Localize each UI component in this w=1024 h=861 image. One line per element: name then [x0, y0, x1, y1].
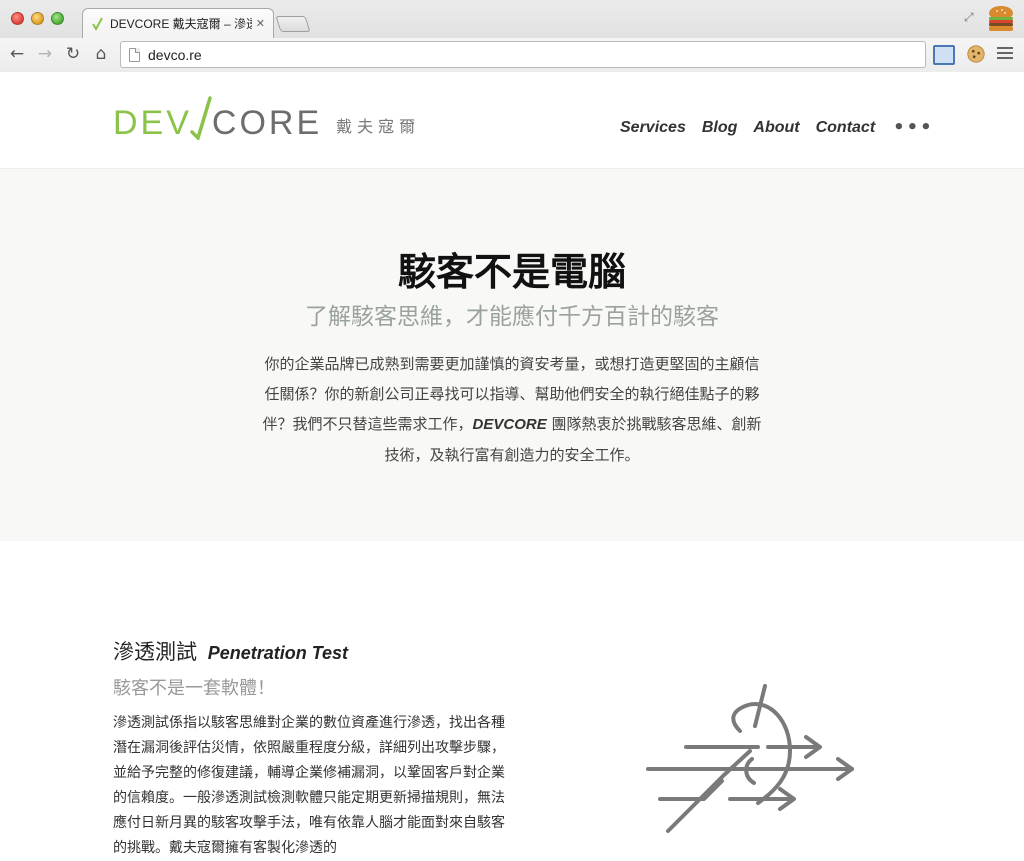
- close-window-button[interactable]: [11, 12, 24, 25]
- new-tab-button[interactable]: [275, 16, 311, 32]
- window-controls: [11, 12, 64, 25]
- service-title-en: Penetration Test: [207, 643, 349, 663]
- minimize-window-button[interactable]: [31, 12, 44, 25]
- screen-capture-extension-icon[interactable]: [933, 45, 955, 65]
- fullscreen-icon[interactable]: ⤢: [964, 10, 974, 25]
- service-title: 滲透測試 Penetration Test: [113, 636, 348, 666]
- logo-core-text: CORE: [211, 104, 323, 142]
- browser-tab-active[interactable]: DEVCORE 戴夫寇爾 – 滲透測 ✕: [82, 8, 274, 38]
- hero-paragraph: 你的企業品牌已成熟到需要更加謹慎的資安考量，或想打造更堅固的主顧信任關係？你的新…: [262, 349, 762, 470]
- service-description: 滲透測試係指以駭客思維對企業的數位資產進行滲透，找出各種潛在漏洞後評估災情，依照…: [113, 715, 505, 856]
- penetration-arrows-icon: [646, 684, 854, 833]
- service-title-cn: 滲透測試: [113, 640, 197, 664]
- forward-button[interactable]: →: [34, 43, 56, 65]
- hamburger-food-icon[interactable]: [986, 4, 1016, 34]
- logo-dev-text: DEV: [113, 104, 192, 142]
- logo-chinese-text: 戴夫寇爾: [336, 117, 421, 136]
- tab-title: DEVCORE 戴夫寇爾 – 滲透測: [110, 17, 252, 31]
- service-section: 滲透測試 Penetration Test 駭客不是一套軟體！ 滲透測試係指以駭…: [0, 541, 1024, 856]
- nav-contact[interactable]: Contact: [816, 119, 876, 137]
- nav-services[interactable]: Services: [620, 119, 686, 137]
- hero-title: 駭客不是電腦: [397, 250, 626, 294]
- back-button[interactable]: ←: [6, 43, 28, 65]
- hero-paragraph-brand: DEVCORE: [472, 416, 547, 433]
- nav-more-icon[interactable]: •••: [893, 117, 934, 138]
- browser-chrome: DEVCORE 戴夫寇爾 – 滲透測 ✕ ⤢ ← → ↻ ⌂: [0, 0, 1024, 72]
- devcore-favicon-icon: [92, 17, 103, 31]
- tab-close-icon[interactable]: ✕: [256, 17, 265, 30]
- reload-button[interactable]: ↻: [62, 43, 84, 65]
- main-navigation: Services Blog About Contact •••: [620, 117, 934, 138]
- home-button[interactable]: ⌂: [90, 43, 112, 65]
- service-subtitle: 駭客不是一套軟體！: [113, 678, 275, 699]
- browser-toolbar: ← → ↻ ⌂: [0, 38, 1024, 72]
- hero-section: 駭客不是電腦 了解駭客思維，才能應付千方百計的駭客 你的企業品牌已成熟到需要更加…: [0, 169, 1024, 541]
- url-input[interactable]: [148, 46, 908, 63]
- page-icon: [129, 47, 140, 62]
- nav-about[interactable]: About: [753, 119, 799, 137]
- cookie-extension-icon[interactable]: [965, 44, 987, 64]
- hero-subtitle: 了解駭客思維，才能應付千方百計的駭客: [305, 304, 719, 330]
- nav-blog[interactable]: Blog: [702, 119, 738, 137]
- logo-checkmark-icon: [190, 96, 212, 140]
- devcore-logo[interactable]: DEV CORE 戴夫寇爾: [113, 96, 420, 140]
- zoom-window-button[interactable]: [51, 12, 64, 25]
- address-bar[interactable]: [120, 41, 926, 68]
- browser-menu-icon[interactable]: [997, 47, 1013, 62]
